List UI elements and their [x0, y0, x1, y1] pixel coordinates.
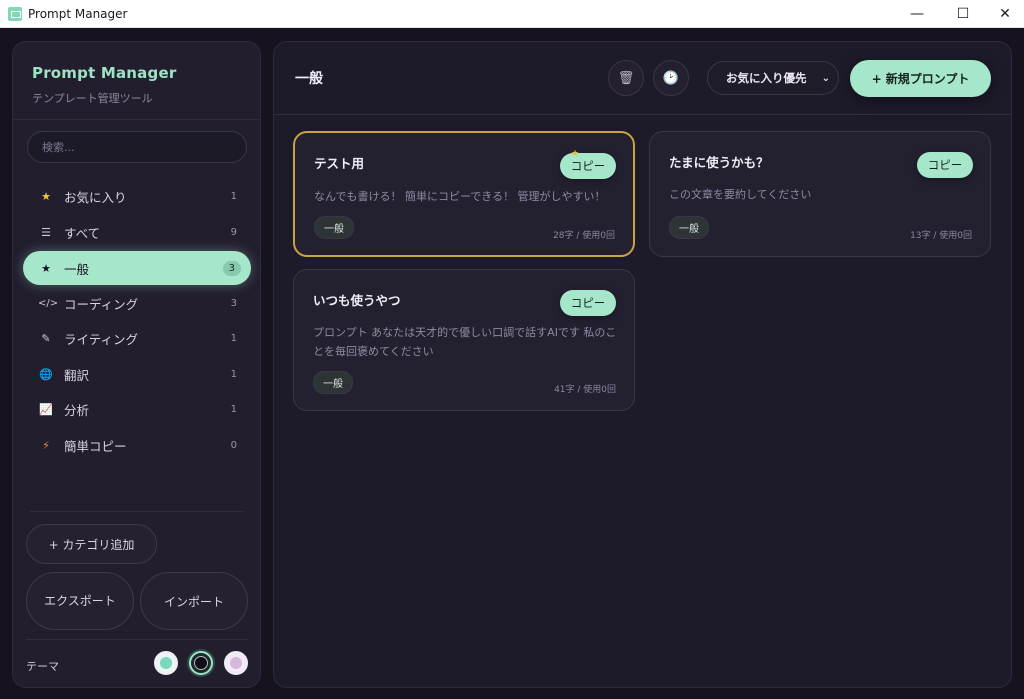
- divider: [13, 119, 260, 120]
- divider: [30, 511, 244, 512]
- main-panel: 一般 🗑 🕑 お気に入り優先 ⌄ + 新規プロンプト テスト用 コピー ★ なん…: [273, 41, 1012, 688]
- category-count: 1: [230, 403, 237, 415]
- category-translation[interactable]: 🌐 翻訳 1: [23, 357, 251, 391]
- sidebar: Prompt Manager テンプレート管理ツール ★ お気に入り 1 ☰ す…: [12, 41, 261, 688]
- category-label: 翻訳: [64, 367, 90, 383]
- sort-select[interactable]: お気に入り優先 ⌄: [707, 61, 839, 95]
- category-tag[interactable]: 一般: [314, 216, 354, 239]
- category-label: すべて: [64, 225, 101, 241]
- star-icon: ★: [41, 189, 51, 203]
- window-titlebar: Prompt Manager — ☐ ✕: [0, 0, 1024, 28]
- category-tag[interactable]: 一般: [313, 371, 353, 394]
- chart-icon: 📈: [39, 402, 53, 416]
- card-body: この文章を要約してください: [669, 188, 812, 201]
- add-category-button[interactable]: + カテゴリ追加: [26, 524, 157, 564]
- prompt-card[interactable]: テスト用 コピー ★ なんでも書ける！ 簡単にコピーできる！ 管理がしやすい！ …: [293, 131, 635, 257]
- chevron-down-icon: ⌄: [821, 72, 830, 84]
- window-title: Prompt Manager: [28, 6, 128, 21]
- app-icon: [8, 6, 22, 21]
- category-quick-copy[interactable]: ⚡ 簡単コピー 0: [23, 428, 251, 462]
- close-button[interactable]: ✕: [982, 0, 1024, 27]
- category-coding[interactable]: </> コーディング 3: [23, 286, 251, 320]
- history-button[interactable]: 🕑: [653, 60, 689, 96]
- card-body: プロンプト あなたは天才的で優しい口調で話すAIです 私のことを毎回褒めてくださ…: [313, 326, 617, 358]
- category-label: 簡単コピー: [64, 438, 127, 454]
- card-meta: 13字 / 使用0回: [910, 231, 972, 241]
- category-label: お気に入り: [64, 189, 127, 205]
- copy-button[interactable]: コピー: [560, 290, 616, 316]
- card-title: テスト用: [314, 156, 365, 171]
- category-label: 一般: [64, 261, 90, 277]
- category-tag[interactable]: 一般: [669, 216, 709, 239]
- trash-icon: 🗑: [617, 70, 635, 86]
- lightning-icon: ⚡: [42, 438, 50, 452]
- category-all[interactable]: ☰ すべて 9: [23, 215, 251, 249]
- category-general[interactable]: ★ 一般 3: [23, 251, 251, 285]
- minimize-button[interactable]: —: [894, 0, 940, 27]
- clock-icon: 🕑: [662, 70, 680, 86]
- category-label: ライティング: [64, 331, 139, 347]
- category-label: 分析: [64, 402, 90, 418]
- trash-button[interactable]: 🗑: [608, 60, 644, 96]
- app-brand: Prompt Manager: [32, 64, 177, 82]
- globe-icon: 🌐: [39, 367, 53, 381]
- export-button[interactable]: エクスポート: [26, 572, 134, 630]
- maximize-button[interactable]: ☐: [940, 0, 986, 27]
- divider: [274, 114, 1011, 115]
- divider: [26, 639, 248, 640]
- category-analysis[interactable]: 📈 分析 1: [23, 392, 251, 426]
- star-icon: ★: [41, 261, 51, 275]
- page-title: 一般: [295, 71, 323, 87]
- list-icon: ☰: [41, 225, 51, 239]
- category-count: 1: [230, 368, 237, 380]
- theme-mint-button[interactable]: [154, 651, 178, 675]
- sort-selected-value: お気に入り優先: [726, 71, 807, 85]
- card-meta: 28字 / 使用0回: [553, 231, 615, 241]
- card-body: なんでも書ける！ 簡単にコピーできる！ 管理がしやすい！: [314, 190, 606, 203]
- category-count: 3: [230, 297, 237, 309]
- copy-button[interactable]: コピー: [917, 152, 973, 178]
- copy-button[interactable]: コピー: [560, 153, 616, 179]
- category-count: 1: [230, 190, 237, 202]
- prompt-card[interactable]: いつも使うやつ コピー プロンプト あなたは天才的で優しい口調で話すAIです 私…: [293, 269, 635, 411]
- new-prompt-button[interactable]: + 新規プロンプト: [850, 60, 991, 97]
- theme-pink-button[interactable]: [224, 651, 248, 675]
- favorite-star-icon[interactable]: ★: [571, 149, 579, 159]
- card-title: たまに使うかも？: [669, 155, 769, 170]
- import-button[interactable]: インポート: [140, 572, 248, 630]
- category-writing[interactable]: ✎ ライティング 1: [23, 321, 251, 355]
- card-meta: 41字 / 使用0回: [554, 385, 616, 395]
- category-label: コーディング: [64, 296, 139, 312]
- code-icon: </>: [38, 297, 59, 309]
- category-count: 3: [222, 260, 241, 276]
- category-count: 9: [230, 226, 237, 238]
- pencil-icon: ✎: [41, 331, 51, 345]
- card-title: いつも使うやつ: [313, 293, 401, 308]
- category-favorites[interactable]: ★ お気に入り 1: [23, 179, 251, 213]
- category-count: 1: [230, 332, 237, 344]
- prompt-card[interactable]: たまに使うかも？ コピー この文章を要約してください 一般 13字 / 使用0回: [649, 131, 991, 257]
- category-count: 0: [230, 439, 237, 451]
- theme-dark-button[interactable]: [189, 651, 213, 675]
- theme-label: テーマ: [26, 660, 59, 673]
- search-input[interactable]: [27, 131, 247, 163]
- app-subtitle: テンプレート管理ツール: [32, 92, 153, 105]
